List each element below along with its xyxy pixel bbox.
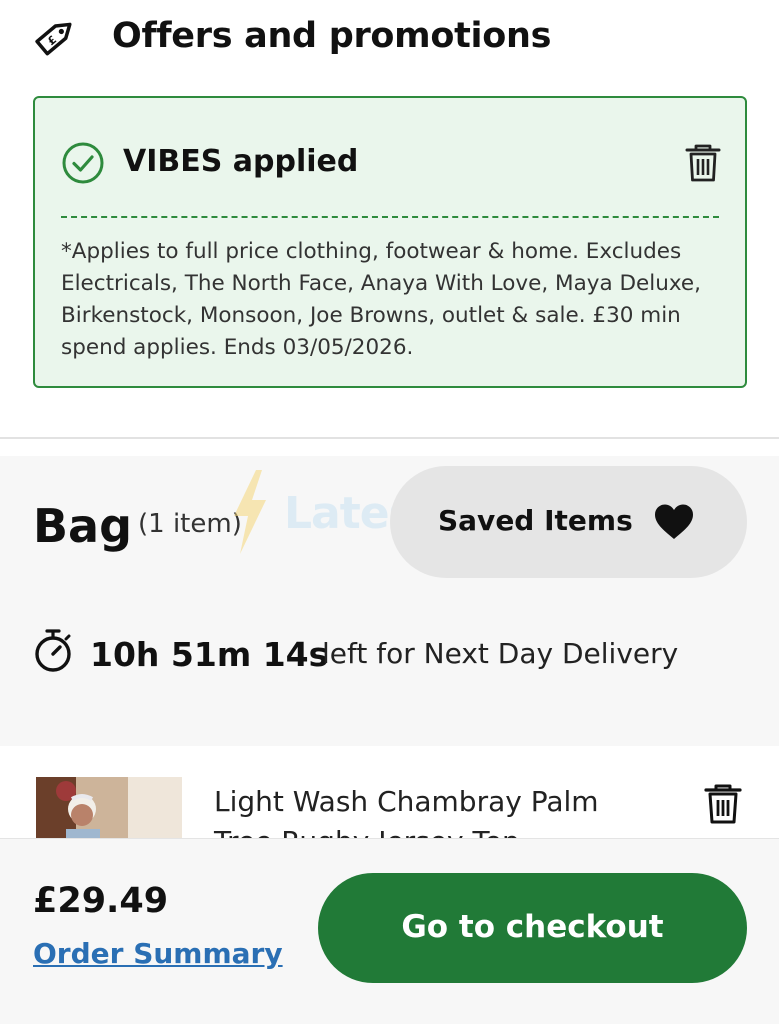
promo-applied-box: VIBES applied *Applies to full price clo… (33, 96, 747, 388)
offers-header: £ Offers and promotions (0, 0, 779, 80)
stopwatch-icon (35, 629, 71, 672)
bag-section: Bag (1 item) LatestDeals .co.uk Saved It… (0, 456, 779, 746)
delivery-countdown-text: left for Next Day Delivery (322, 637, 679, 670)
price-tag-icon: £ (35, 22, 72, 56)
product-image[interactable] (36, 777, 182, 841)
saved-items-button[interactable]: Saved Items (390, 466, 747, 578)
checkout-button[interactable]: Go to checkout (318, 873, 747, 983)
order-summary-link[interactable]: Order Summary (33, 935, 283, 973)
remove-item-button[interactable] (702, 782, 744, 826)
dashed-divider (61, 216, 719, 218)
saved-items-label: Saved Items (438, 504, 633, 537)
bag-item: Light Wash Chambray Palm Tree Rugby Jers… (32, 746, 779, 841)
bag-item-count: (1 item) (138, 509, 242, 539)
trash-icon (685, 144, 721, 182)
heart-icon (655, 504, 693, 539)
checkout-footer: £29.49 Order Summary Go to checkout (0, 838, 779, 1024)
promo-terms: *Applies to full price clothing, footwea… (61, 239, 701, 360)
trash-icon (704, 784, 742, 824)
section-divider (0, 437, 779, 439)
product-name[interactable]: Light Wash Chambray Palm Tree Rugby Jers… (214, 782, 654, 841)
bag-title: Bag (33, 499, 133, 553)
checkout-button-label: Go to checkout (401, 909, 664, 945)
bag-total: £29.49 (33, 881, 169, 921)
promo-code-label: VIBES applied (123, 144, 359, 179)
check-circle-icon (62, 142, 104, 184)
offers-title: Offers and promotions (112, 16, 552, 56)
remove-promo-button[interactable] (683, 142, 723, 184)
product-image-photo (36, 777, 182, 841)
delivery-countdown: 10h 51m 14s (90, 635, 329, 674)
